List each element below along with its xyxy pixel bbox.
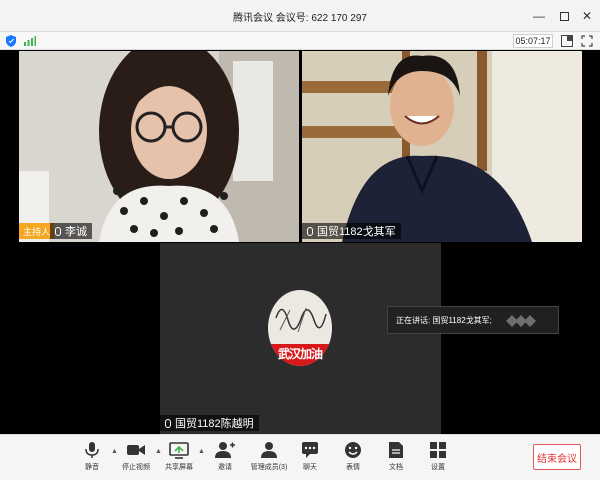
layout-icon[interactable] xyxy=(561,35,573,47)
share-screen-button[interactable]: 共享屏幕 xyxy=(159,441,199,477)
docs-button[interactable]: 文档 xyxy=(376,441,416,477)
signal-icon[interactable] xyxy=(24,36,36,46)
members-icon xyxy=(261,442,277,458)
minimize-icon[interactable]: — xyxy=(530,7,548,25)
participant-name: 国贸1182陈越明 xyxy=(175,418,254,430)
emoji-icon xyxy=(345,442,361,458)
share-screen-label: 共享屏幕 xyxy=(165,464,193,471)
chat-label: 聊天 xyxy=(303,464,317,471)
host-badge: 主持人 xyxy=(19,223,55,239)
fullscreen-icon[interactable] xyxy=(581,35,593,47)
close-icon[interactable]: ✕ xyxy=(578,7,596,25)
reactions-label: 表情 xyxy=(346,464,360,471)
stop-video-label: 停止视频 xyxy=(122,464,150,471)
invite-icon xyxy=(215,442,235,458)
share-options-caret[interactable]: ▲ xyxy=(198,448,205,455)
speaking-label: 正在讲话: 国贸1182戈其军; xyxy=(396,315,492,325)
microphone-icon xyxy=(55,226,61,236)
invite-label: 邀请 xyxy=(218,464,232,471)
docs-label: 文档 xyxy=(389,464,403,471)
status-bar: 05:07:17 xyxy=(0,32,600,50)
settings-grid-icon xyxy=(430,442,446,458)
participant-name-tag: 李诚 xyxy=(50,223,92,239)
video-stage: 主持人 李诚 国贸1182戈其军 武汉加油 国贸1182陈越明 正在讲话: 国贸… xyxy=(0,51,600,434)
participant-video xyxy=(19,51,299,242)
participant-name-tag: 国贸1182陈越明 xyxy=(160,415,259,431)
invite-button[interactable]: 邀请 xyxy=(205,441,245,477)
camera-icon xyxy=(127,445,145,455)
mute-label: 静音 xyxy=(85,464,99,471)
manage-members-button[interactable]: 管理成员(3) xyxy=(247,441,291,477)
maximize-icon[interactable] xyxy=(555,7,573,25)
meeting-timer: 05:07:17 xyxy=(513,34,553,48)
microphone-icon xyxy=(85,442,99,458)
document-icon xyxy=(389,442,403,458)
participant-name: 李诚 xyxy=(65,226,87,238)
participant-name: 国贸1182戈其军 xyxy=(317,226,396,238)
video-tile-li-cheng[interactable]: 主持人 李诚 xyxy=(19,51,299,242)
speaker-icon xyxy=(506,315,536,327)
title-bar: 腾讯会议 会议号: 622 170 297 — ✕ xyxy=(0,0,600,32)
settings-label: 设置 xyxy=(431,464,445,471)
reactions-button[interactable]: 表情 xyxy=(333,441,373,477)
participant-name-tag: 国贸1182戈其军 xyxy=(302,223,401,239)
participant-video xyxy=(302,51,582,242)
window-title: 腾讯会议 会议号: 622 170 297 xyxy=(233,13,367,24)
manage-members-label: 管理成员(3) xyxy=(250,464,288,471)
chat-button[interactable]: 聊天 xyxy=(290,441,330,477)
stop-video-button[interactable]: 停止视频 xyxy=(116,441,156,477)
video-tile-chen-yueming[interactable]: 武汉加油 国贸1182陈越明 xyxy=(160,243,441,434)
avatar-text: 武汉加油 xyxy=(277,347,323,361)
settings-button[interactable]: 设置 xyxy=(418,441,458,477)
shield-icon[interactable] xyxy=(6,35,16,47)
speaking-indicator: 正在讲话: 国贸1182戈其军; xyxy=(387,306,559,334)
meeting-toolbar: 静音 ▲ 停止视频 ▲ 共享屏幕 ▲ 邀请 管理成员(3) 聊天 表情 文档 设… xyxy=(0,434,600,480)
end-meeting-button[interactable]: 结束会议 xyxy=(533,444,581,470)
microphone-icon xyxy=(307,226,313,236)
chat-icon xyxy=(302,442,318,458)
mute-button[interactable]: 静音 xyxy=(72,441,112,477)
share-screen-icon xyxy=(169,442,189,459)
microphone-icon xyxy=(165,418,171,428)
video-tile-ge-qijun[interactable]: 国贸1182戈其军 xyxy=(302,51,582,242)
